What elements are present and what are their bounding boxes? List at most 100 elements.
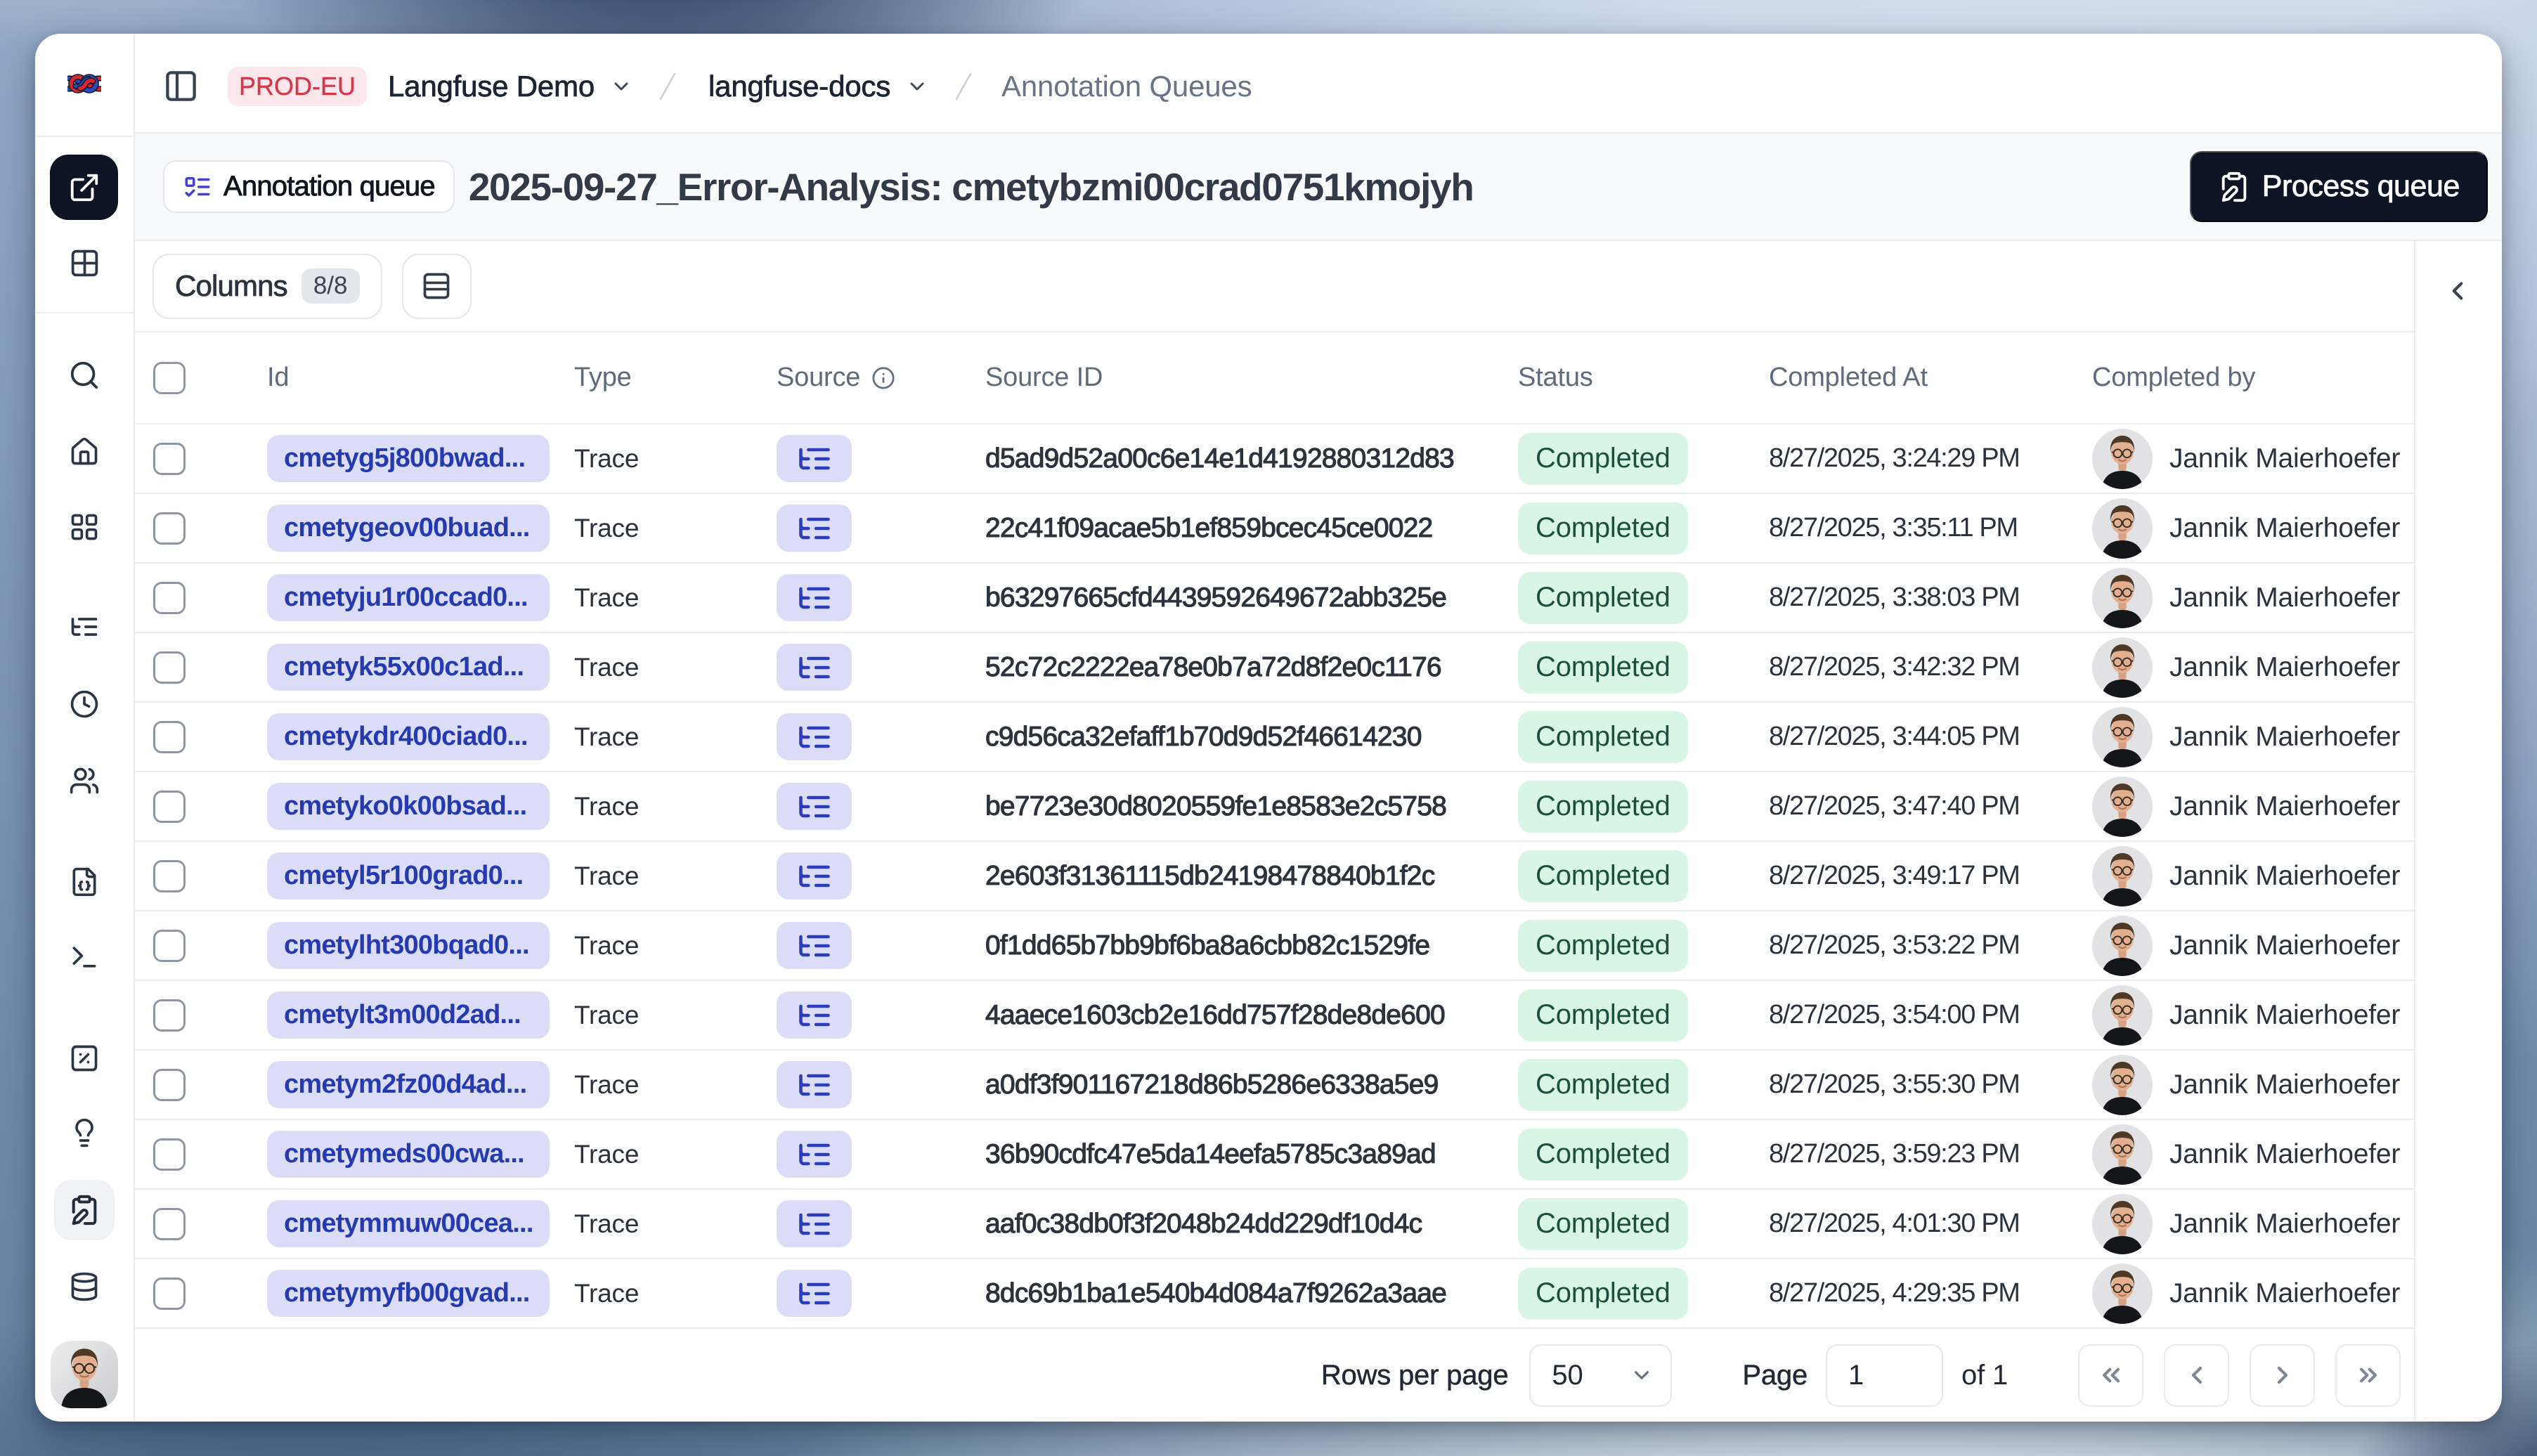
table-row: cmetykdr400ciad0... Trace c9d56ca32efaff…: [135, 703, 2414, 772]
row-id-pill[interactable]: cmetymyfb00gvad...: [267, 1270, 550, 1317]
column-header-status[interactable]: Status: [1518, 363, 1769, 393]
row-source-icon[interactable]: [777, 1061, 852, 1108]
sidebar-divider: [35, 136, 134, 137]
column-header-id[interactable]: Id: [267, 363, 574, 393]
row-id-pill[interactable]: cmetym2fz00d4ad...: [267, 1061, 550, 1108]
list-tree-icon: [796, 928, 833, 964]
sidebar-item-datasets[interactable]: [35, 1271, 134, 1302]
sidebar-item-users[interactable]: [35, 765, 134, 796]
previous-page-button[interactable]: [2164, 1344, 2229, 1407]
row-checkbox[interactable]: [153, 929, 186, 962]
row-checkbox[interactable]: [153, 1207, 186, 1240]
column-header-type[interactable]: Type: [574, 363, 777, 393]
avatar-image: [51, 1341, 118, 1408]
sidebar-item-scores[interactable]: [35, 1043, 134, 1074]
row-id-pill[interactable]: cmetylht300bqad0...: [267, 922, 550, 969]
row-source-icon[interactable]: [777, 505, 852, 552]
row-id-pill[interactable]: cmetylt3m00d2ad...: [267, 992, 550, 1039]
row-id-pill[interactable]: cmetygeov00buad...: [267, 505, 550, 552]
row-id-pill[interactable]: cmetyko0k00bsad...: [267, 783, 550, 830]
row-completed-at: 8/27/2025, 3:59:23 PM: [1769, 1139, 2020, 1169]
process-queue-button[interactable]: Process queue: [2189, 151, 2488, 222]
row-checkbox[interactable]: [153, 1277, 186, 1310]
panel-left-icon[interactable]: [163, 68, 199, 104]
column-header-completed-by[interactable]: Completed by: [2092, 363, 2414, 393]
row-checkbox[interactable]: [153, 651, 186, 684]
row-source-icon[interactable]: [777, 435, 852, 482]
sidebar-item-dashboards[interactable]: [35, 512, 134, 542]
environment-badge[interactable]: PROD-EU: [228, 66, 368, 106]
info-icon[interactable]: [871, 366, 895, 390]
sidebar-item-sessions[interactable]: [35, 689, 134, 720]
row-id-pill[interactable]: cmetyk55x00c1ad...: [267, 644, 550, 691]
next-page-button[interactable]: [2250, 1344, 2315, 1407]
row-id-pill[interactable]: cmetymeds00cwa...: [267, 1131, 550, 1178]
row-id-pill[interactable]: cmetyju1r00ccad0...: [267, 574, 550, 621]
sidebar-divider: [35, 312, 134, 313]
row-height-button[interactable]: [401, 253, 472, 319]
row-source-icon[interactable]: [777, 783, 852, 830]
row-checkbox[interactable]: [153, 1138, 186, 1171]
row-id-pill[interactable]: cmetymmuw00cea...: [267, 1200, 550, 1247]
columns-button[interactable]: Columns 8/8: [153, 253, 382, 319]
breadcrumb-org[interactable]: Langfuse Demo: [367, 69, 632, 103]
sidebar-item-goto[interactable]: [50, 155, 118, 220]
breadcrumb-current[interactable]: Annotation Queues: [1001, 70, 1252, 103]
column-header-source[interactable]: Source: [777, 363, 985, 393]
row-checkbox[interactable]: [153, 720, 186, 753]
sidebar-item-annotation-queues-active[interactable]: [54, 1180, 115, 1240]
table-toolbar: Columns 8/8: [135, 241, 2414, 331]
row-checkbox[interactable]: [153, 581, 186, 614]
first-page-button[interactable]: [2078, 1344, 2143, 1407]
rows-per-page-select[interactable]: 50: [1529, 1344, 1673, 1407]
breadcrumb-project[interactable]: langfuse-docs: [687, 69, 928, 103]
row-checkbox[interactable]: [153, 790, 186, 823]
row-source-icon[interactable]: [777, 852, 852, 899]
column-header-completed-at[interactable]: Completed At: [1769, 363, 2092, 393]
row-source-icon[interactable]: [777, 713, 852, 760]
row-id-pill[interactable]: cmetyl5r100grad0...: [267, 852, 550, 899]
user-avatar: [2092, 498, 2153, 559]
row-source-icon[interactable]: [777, 922, 852, 969]
sidebar-item-evaluation[interactable]: [35, 1117, 134, 1148]
row-source-icon[interactable]: [777, 1270, 852, 1317]
row-source-icon[interactable]: [777, 992, 852, 1039]
sidebar-item-prompts[interactable]: [35, 866, 134, 897]
row-id-pill[interactable]: cmetyg5j800bwad...: [267, 435, 550, 482]
row-source-icon[interactable]: [777, 1200, 852, 1247]
row-id-pill[interactable]: cmetykdr400ciad0...: [267, 713, 550, 760]
select-all-checkbox[interactable]: [153, 361, 186, 394]
table-row: cmetymmuw00cea... Trace aaf0c38db0f3f204…: [135, 1190, 2414, 1259]
square-percent-icon: [71, 1045, 98, 1072]
row-checkbox[interactable]: [153, 1068, 186, 1101]
last-page-button[interactable]: [2335, 1344, 2401, 1407]
row-source-id: b63297665cfd4439592649672abb325e: [985, 582, 1447, 613]
row-checkbox[interactable]: [153, 859, 186, 892]
sidebar-item-home[interactable]: [35, 436, 134, 467]
column-header-source-id[interactable]: Source ID: [985, 363, 1518, 393]
chevron-down-icon: [1630, 1363, 1654, 1387]
sidebar-item-search[interactable]: [35, 359, 134, 391]
clipboard-pen-icon: [72, 1195, 97, 1226]
row-source-id: 0f1dd65b7bb9bf6ba8a6cbb82c1529fe: [985, 930, 1430, 961]
row-source-icon[interactable]: [777, 644, 852, 691]
row-source-id: 4aaece1603cb2e16dd757f28de8de600: [985, 999, 1446, 1030]
row-source-icon[interactable]: [777, 1131, 852, 1178]
sidebar-item-tables[interactable]: [35, 247, 134, 279]
row-checkbox[interactable]: [153, 442, 186, 475]
row-source-icon[interactable]: [777, 574, 852, 621]
list-todo-icon: [183, 172, 212, 202]
row-completed-by: Jannik Maierhoefer: [2169, 791, 2401, 821]
rows-icon: [421, 271, 452, 301]
row-source-id: 36b90cdfc47e5da14eefa5785c3a89ad: [985, 1138, 1436, 1169]
row-type: Trace: [574, 1209, 640, 1238]
row-checkbox[interactable]: [153, 999, 186, 1032]
user-profile-avatar[interactable]: [51, 1341, 118, 1408]
page-number-input[interactable]: 1: [1826, 1344, 1944, 1407]
row-checkbox[interactable]: [153, 512, 186, 545]
sidebar-item-playground[interactable]: [35, 942, 134, 973]
row-status-badge: Completed: [1518, 1267, 1688, 1320]
collapse-panel-icon[interactable]: [2443, 276, 2472, 306]
sidebar-item-tracing[interactable]: [35, 611, 134, 642]
langfuse-logo-icon[interactable]: [35, 69, 134, 98]
